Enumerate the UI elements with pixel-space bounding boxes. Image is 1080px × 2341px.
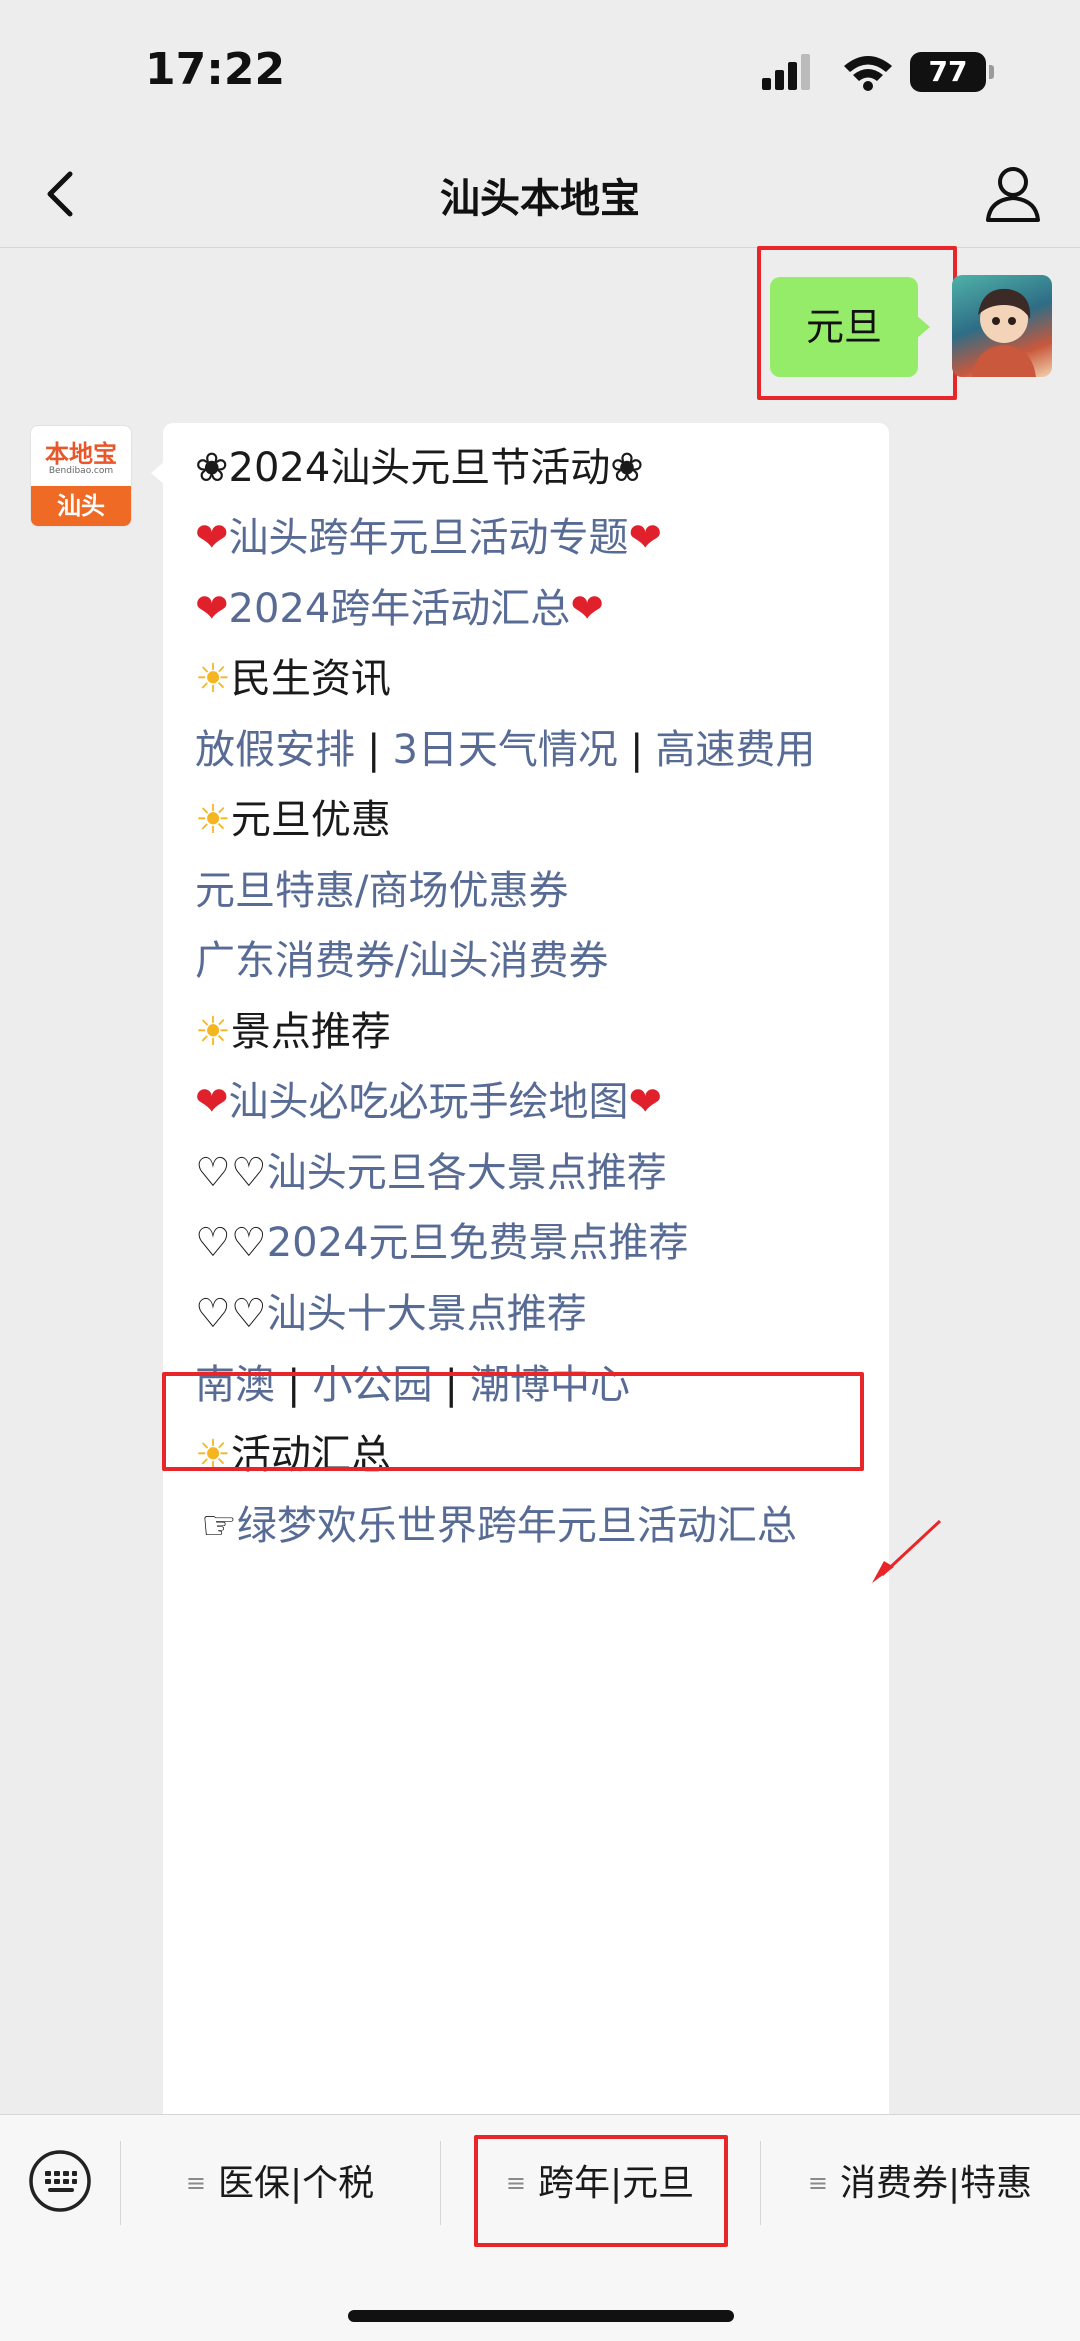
heart-icon: ❤ — [195, 515, 229, 561]
section-heading-deals: ☀元旦优惠 — [195, 790, 391, 850]
outline-hearts-icon: ♡♡ — [195, 1291, 267, 1337]
home-indicator[interactable] — [348, 2310, 734, 2322]
pointing-hand-icon: ☞ — [201, 1503, 237, 1549]
battery-indicator: 77 — [910, 52, 994, 92]
slash-separator: / — [395, 938, 409, 984]
section-heading-text: 元旦优惠 — [230, 797, 391, 843]
attraction-item-3: ♡♡汕头十大景点推荐 — [195, 1284, 587, 1344]
menu-item-medical-tax[interactable]: ≡ 医保|个税 — [121, 2143, 439, 2223]
special-topic-line: ❤汕头跨年元旦活动专题❤ — [195, 508, 662, 568]
menu-list-icon: ≡ — [807, 2169, 828, 2197]
livelihood-links: 放假安排 | 3日天气情况 | 高速费用 — [195, 720, 815, 780]
new-year-deals-link[interactable]: 元旦特惠 — [195, 868, 355, 914]
wifi-icon — [844, 56, 892, 91]
outline-hearts-icon: ♡♡ — [195, 1150, 267, 1196]
status-time: 17:22 — [145, 44, 286, 95]
person-icon[interactable] — [982, 162, 1044, 224]
attraction-item-2: ♡♡2024元旦免费景点推荐 — [195, 1213, 689, 1273]
heart-icon: ❤ — [570, 586, 604, 632]
attraction-link[interactable]: 汕头元旦各大景点推荐 — [267, 1150, 667, 1196]
outline-hearts-icon: ♡♡ — [195, 1220, 267, 1266]
deals-links-2: 广东消费券/汕头消费券 — [195, 931, 608, 991]
menu-list-icon: ≡ — [185, 2169, 206, 2197]
guangdong-vouchers-link[interactable]: 广东消费券 — [195, 938, 395, 984]
avatar-city-label: 汕头 — [31, 486, 131, 526]
shantou-vouchers-link[interactable]: 汕头消费券 — [408, 938, 608, 984]
annotation-highlight-menu-item — [474, 2135, 728, 2247]
section-heading-text: 民生资讯 — [230, 656, 391, 702]
chat-nav-bar: 汕头本地宝 — [0, 140, 1080, 248]
menu-item-label: 消费券|特惠 — [839, 2163, 1033, 2204]
bot-message-bubble: ❀2024汕头元旦节活动❀ ❤汕头跨年元旦活动专题❤ ❤2024跨年活动汇总❤ … — [151, 423, 889, 2123]
avatar-logo-domain: Bendibao.com — [48, 466, 114, 476]
slash-separator: / — [355, 868, 369, 914]
sun-icon: ☀ — [195, 656, 231, 702]
attraction-item-1: ♡♡汕头元旦各大景点推荐 — [195, 1143, 667, 1203]
chat-area[interactable]: 元旦 本地宝 Bendibao.com 汕头 ❀2024汕头元旦节活动❀ ❤汕头… — [0, 246, 1080, 2123]
highway-fee-link[interactable]: 高速费用 — [655, 727, 815, 773]
section-heading-attractions: ☀景点推荐 — [195, 1002, 391, 1062]
special-topic-link[interactable]: 汕头跨年元旦活动专题 — [229, 515, 629, 561]
heart-icon: ❤ — [628, 1079, 663, 1125]
avatar-illustration — [972, 288, 1036, 377]
sun-icon: ☀ — [195, 797, 231, 843]
user-message-bubble[interactable]: 元旦 — [770, 277, 930, 377]
message-title: ❀2024汕头元旦节活动❀ — [195, 445, 644, 491]
keyboard-icon[interactable] — [28, 2149, 92, 2213]
heart-icon: ❤ — [195, 586, 229, 632]
separator: | — [367, 727, 381, 773]
heart-icon: ❤ — [195, 1079, 229, 1125]
account-menu-bar: ≡ 医保|个税 ≡ 跨年|元旦 ≡ 消费券|特惠 — [0, 2114, 1080, 2341]
status-bar: 17:22 77 — [0, 0, 1080, 140]
menu-item-vouchers[interactable]: ≡ 消费券|特惠 — [761, 2143, 1079, 2223]
separator: | — [629, 727, 644, 773]
annotation-highlight-map-link — [162, 1372, 864, 1471]
hand-drawn-map-link[interactable]: 汕头必吃必玩手绘地图 — [229, 1079, 629, 1125]
attraction-link[interactable]: 2024元旦免费景点推荐 — [267, 1220, 689, 1266]
section-heading-livelihood: ☀民生资讯 — [195, 649, 391, 709]
attraction-link[interactable]: 汕头十大景点推荐 — [267, 1291, 587, 1337]
summary-link[interactable]: 2024跨年活动汇总 — [229, 586, 571, 632]
annotation-arrow-icon — [872, 1519, 942, 1583]
avatar-logo-text: 本地宝 — [45, 440, 117, 468]
official-account-avatar[interactable]: 本地宝 Bendibao.com 汕头 — [30, 425, 132, 527]
summary-line: ❤2024跨年活动汇总❤ — [195, 579, 604, 639]
section-heading-text: 景点推荐 — [230, 1009, 391, 1055]
mall-coupons-link[interactable]: 商场优惠券 — [368, 868, 568, 914]
deals-links-1: 元旦特惠/商场优惠券 — [195, 861, 568, 921]
holiday-schedule-link[interactable]: 放假安排 — [195, 727, 355, 773]
chat-title: 汕头本地宝 — [440, 176, 640, 222]
map-line: ❤汕头必吃必玩手绘地图❤ — [195, 1072, 662, 1132]
sun-icon: ☀ — [195, 1009, 231, 1055]
weather-link[interactable]: 3日天气情况 — [392, 727, 617, 773]
cellular-signal-icon — [762, 54, 810, 90]
events-summary-link[interactable]: 绿梦欢乐世界跨年元旦活动汇总 — [237, 1503, 797, 1549]
user-avatar[interactable] — [952, 275, 1052, 377]
menu-item-label: 医保|个税 — [217, 2163, 375, 2204]
heart-icon: ❤ — [628, 515, 663, 561]
status-indicators: 77 — [760, 52, 1000, 92]
events-line: ☞绿梦欢乐世界跨年元旦活动汇总 — [201, 1496, 797, 1556]
